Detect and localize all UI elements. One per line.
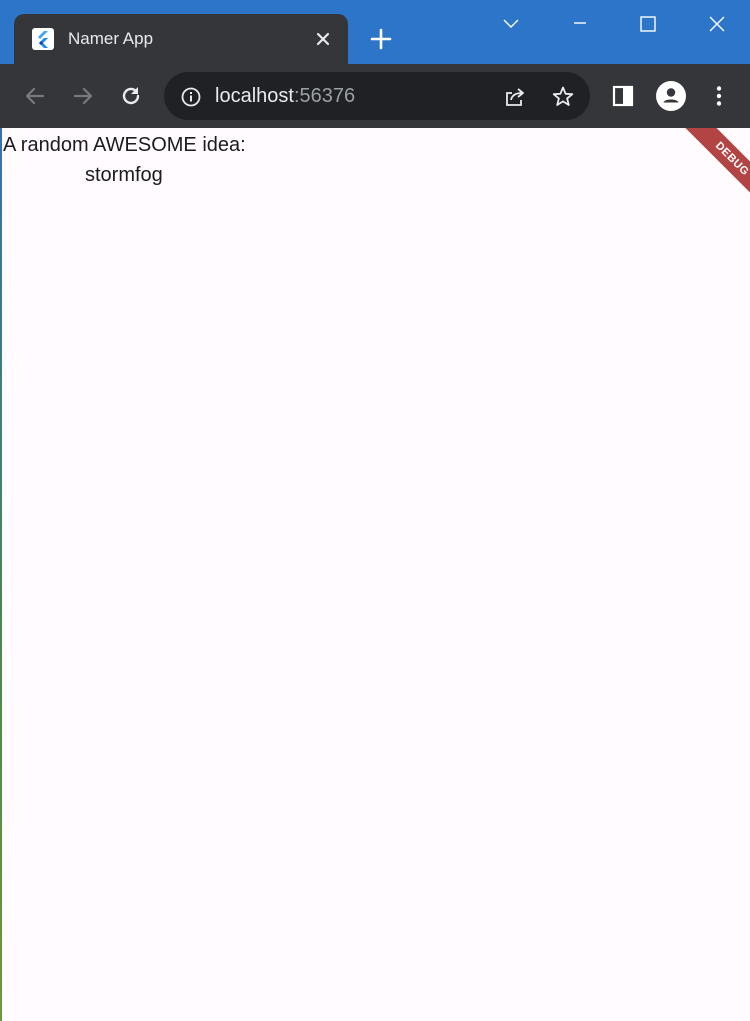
- plus-icon[interactable]: [368, 26, 394, 52]
- profile-icon[interactable]: [656, 81, 686, 111]
- info-icon[interactable]: [180, 86, 202, 108]
- close-icon[interactable]: [312, 28, 334, 50]
- tab-strip: Namer App: [0, 0, 750, 64]
- flutter-icon: [32, 28, 54, 50]
- tab-title: Namer App: [68, 29, 154, 48]
- reload-button[interactable]: [117, 82, 145, 110]
- tab-namer-app[interactable]: Namer App: [14, 14, 348, 64]
- url-host: localhost: [215, 85, 294, 107]
- url-text[interactable]: localhost:56376: [215, 85, 355, 107]
- forward-button[interactable]: [69, 82, 97, 110]
- debug-banner-label: DEBUG: [674, 128, 750, 217]
- minimize-icon[interactable]: [566, 10, 594, 38]
- chevron-down-icon[interactable]: [497, 10, 525, 38]
- maximize-icon[interactable]: [634, 10, 662, 38]
- browser-toolbar: localhost:56376: [0, 64, 750, 128]
- kebab-menu-icon[interactable]: [705, 82, 733, 110]
- close-window-icon[interactable]: [703, 10, 731, 38]
- side-panel-icon[interactable]: [609, 82, 637, 110]
- headline-text: A random AWESOME idea:: [3, 134, 246, 156]
- debug-banner: DEBUG: [660, 128, 750, 218]
- app-page: A random AWESOME idea: stormfog DEBUG: [0, 128, 750, 1021]
- url-port: :56376: [293, 85, 356, 107]
- back-button[interactable]: [21, 82, 49, 110]
- browser-window: Namer App localhost:56376 A random AWESO…: [0, 0, 750, 1021]
- share-icon[interactable]: [502, 84, 528, 110]
- desktop-edge: [0, 128, 2, 1021]
- word-pair-text: stormfog: [85, 164, 163, 186]
- address-bar[interactable]: localhost:56376: [164, 72, 590, 120]
- star-icon[interactable]: [550, 84, 576, 110]
